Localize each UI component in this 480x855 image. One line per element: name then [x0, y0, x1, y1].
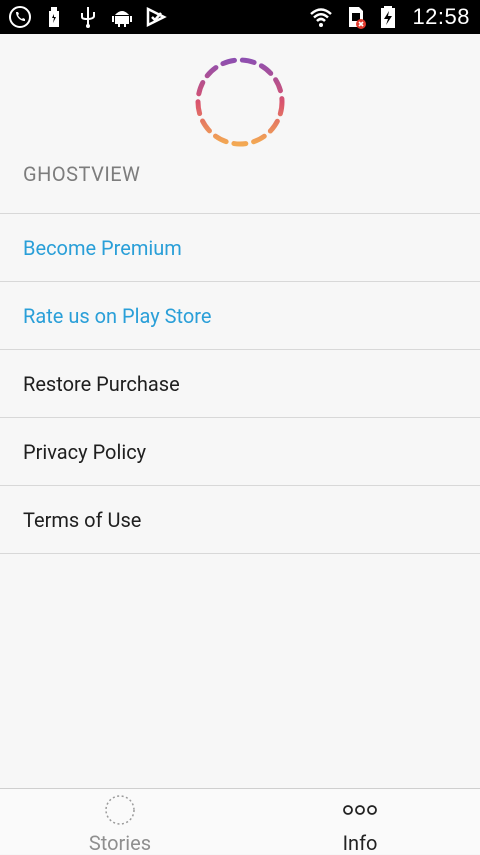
usb-icon: [49, 7, 59, 27]
terms-of-use-item[interactable]: Terms of Use: [0, 486, 480, 554]
three-dots-icon: [343, 805, 377, 815]
checkmark-notification-icon: [146, 6, 167, 28]
tab-stories-label: Stories: [88, 831, 152, 855]
android-debug-icon: [112, 11, 132, 27]
status-bar-system: 12:58: [306, 2, 470, 32]
become-premium-item[interactable]: Become Premium: [0, 214, 480, 282]
app-logo-ring-icon: [195, 57, 285, 147]
wifi-icon: [310, 8, 333, 27]
usb-debug-icon: [81, 7, 95, 28]
tab-info-label: Info: [342, 831, 378, 855]
info-menu: Become Premium Rate us on Play Store Res…: [0, 213, 480, 554]
restore-purchase-item[interactable]: Restore Purchase: [0, 350, 480, 418]
rate-us-item[interactable]: Rate us on Play Store: [0, 282, 480, 350]
sim-error-icon: [349, 7, 367, 29]
bottom-tab-bar: Stories Info: [0, 788, 480, 855]
viber-icon: [9, 6, 31, 28]
status-bar: 12:58: [0, 0, 480, 34]
dashed-circle-icon: [105, 795, 135, 825]
app-name: GHOSTVIEW: [23, 162, 141, 186]
tab-info[interactable]: Info: [240, 789, 480, 855]
battery-charging-icon: [381, 6, 396, 28]
tab-stories[interactable]: Stories: [0, 789, 240, 855]
info-screen: GHOSTVIEW Become Premium Rate us on Play…: [0, 34, 480, 788]
privacy-policy-item[interactable]: Privacy Policy: [0, 418, 480, 486]
status-bar-notifications: [8, 4, 168, 30]
clock: 12:58: [412, 4, 470, 29]
